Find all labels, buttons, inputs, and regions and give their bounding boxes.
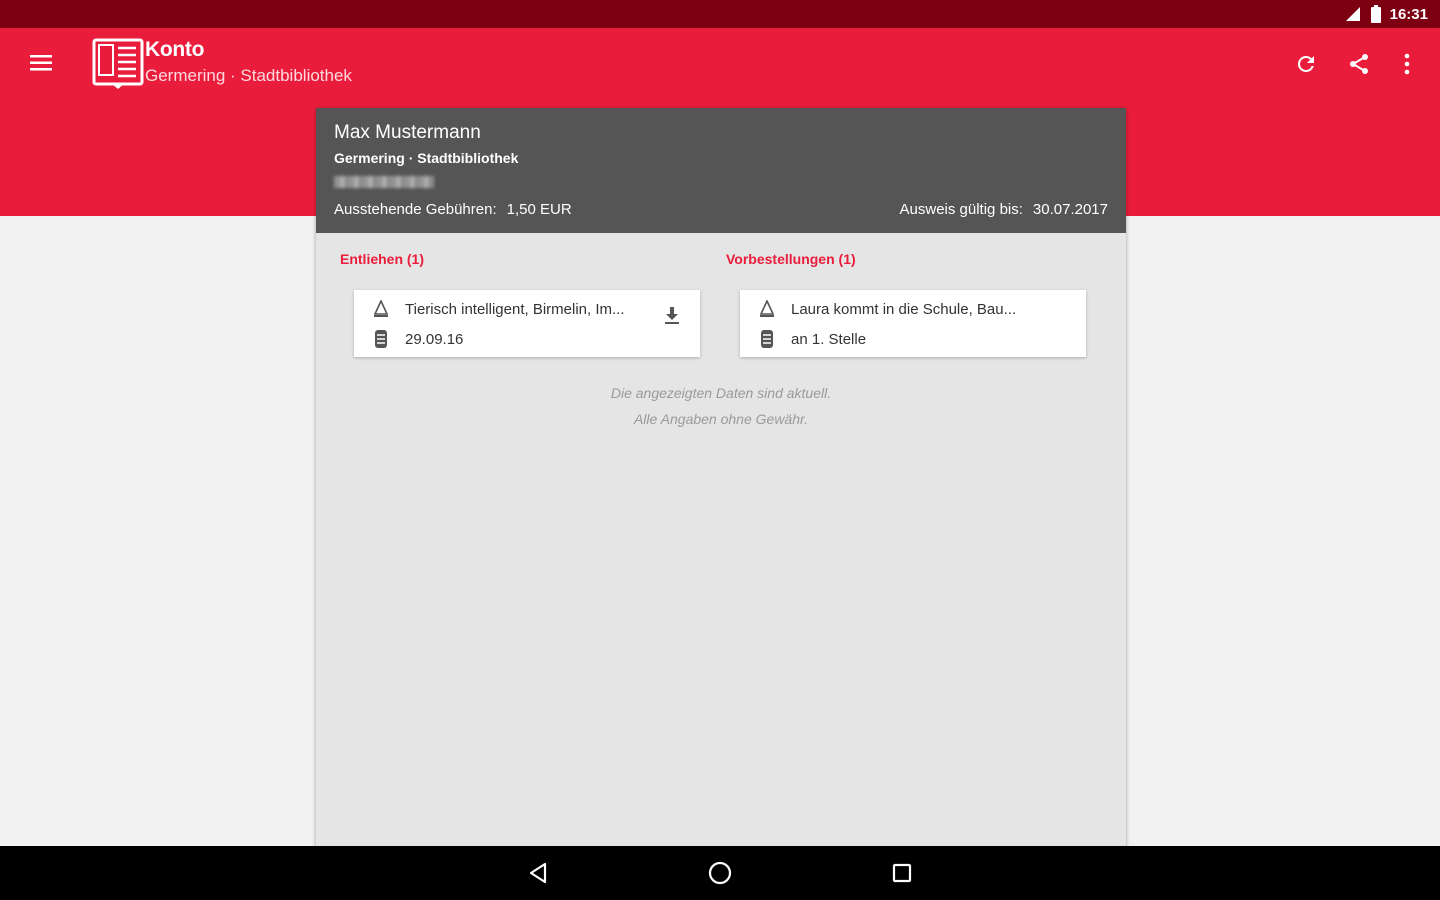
- valid-label: Ausweis gültig bis:: [899, 201, 1023, 218]
- refresh-button[interactable]: [1290, 48, 1322, 80]
- battery-icon: [1370, 5, 1382, 23]
- lent-item-date-row: 29.09.16: [370, 328, 463, 350]
- reservation-item-position-row: an 1. Stelle: [756, 328, 866, 350]
- valid-value: 30.07.2017: [1032, 201, 1108, 218]
- recents-button[interactable]: [887, 858, 917, 888]
- download-button[interactable]: [660, 304, 684, 328]
- signal-icon: [1344, 6, 1362, 22]
- more-options-button[interactable]: [1391, 48, 1423, 80]
- app-subtitle: Germering · Stadtbibliothek: [145, 66, 352, 85]
- app-title: Konto: [145, 38, 205, 61]
- lent-item-date: 29.09.16: [405, 330, 464, 348]
- card-validity: Ausweis gültig bis: 30.07.2017: [900, 201, 1108, 218]
- refresh-icon: [1297, 55, 1314, 72]
- back-icon: [529, 862, 547, 884]
- system-nav-bar: [0, 846, 1440, 900]
- user-name: Max Mustermann: [334, 122, 481, 143]
- home-icon: [708, 861, 732, 885]
- fees-label: Ausstehende Gebühren:: [334, 201, 497, 218]
- share-button[interactable]: [1343, 48, 1375, 80]
- recents-icon: [892, 863, 912, 883]
- reservation-item-title-row: Laura kommt in die Schule, Bau...: [756, 298, 1016, 320]
- reservations-section-title: Vorbestellungen (1): [726, 251, 856, 267]
- lent-item-card[interactable]: Tierisch intelligent, Birmelin, Im... 29…: [354, 290, 700, 357]
- menu-button[interactable]: [22, 48, 60, 78]
- author-icon: [756, 298, 778, 320]
- home-button[interactable]: [705, 858, 735, 888]
- account-card: Max Mustermann Germering · Stadtbiblioth…: [316, 108, 1126, 848]
- card-number-redacted: [334, 176, 434, 188]
- library-logo-icon: [92, 38, 144, 89]
- footnote-disclaimer: Alle Angaben ohne Gewähr.: [633, 411, 809, 427]
- reservation-item-card[interactable]: Laura kommt in die Schule, Bau... an 1. …: [740, 290, 1086, 357]
- status-time: 16:31: [1389, 5, 1428, 23]
- download-icon: [665, 307, 679, 324]
- author-icon: [370, 298, 392, 320]
- lent-item-title-row: Tierisch intelligent, Birmelin, Im...: [370, 298, 625, 320]
- user-library: Germering · Stadtbibliothek: [334, 150, 519, 166]
- lent-item-title: Tierisch intelligent, Birmelin, Im...: [405, 300, 625, 318]
- reservation-item-title: Laura kommt in die Schule, Bau...: [791, 300, 1017, 318]
- fees-value: 1,50 EUR: [506, 201, 572, 218]
- queue-position-icon: [756, 328, 778, 350]
- back-button[interactable]: [523, 858, 553, 888]
- footnote-current: Die angezeigten Daten sind aktuell.: [610, 385, 832, 401]
- menu-icon: [30, 55, 52, 71]
- lent-section-title: Entliehen (1): [340, 251, 425, 267]
- share-icon: [1350, 54, 1368, 74]
- more-vert-icon: [1404, 53, 1410, 75]
- status-bar: 16:31: [0, 0, 1440, 28]
- reservation-item-position: an 1. Stelle: [791, 330, 867, 348]
- outstanding-fees: Ausstehende Gebühren: 1,50 EUR: [334, 201, 572, 218]
- due-date-icon: [370, 328, 392, 350]
- account-header: Max Mustermann Germering · Stadtbiblioth…: [316, 108, 1126, 233]
